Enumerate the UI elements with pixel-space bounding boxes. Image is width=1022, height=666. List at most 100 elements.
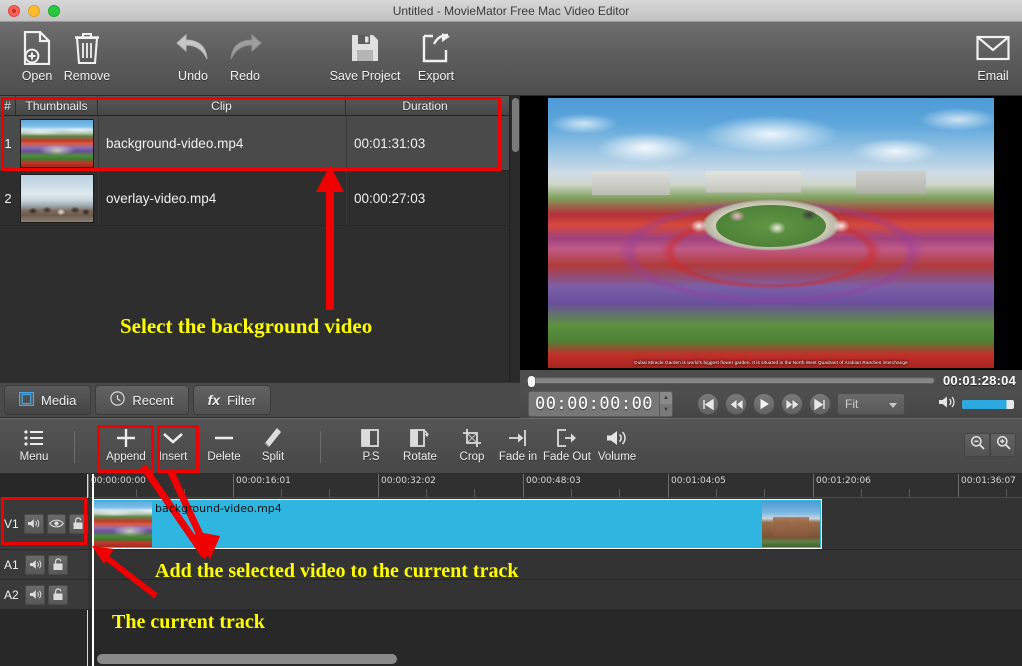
track-mute-button-v1[interactable]	[24, 513, 44, 534]
toolbar-divider	[320, 431, 321, 463]
playhead[interactable]	[92, 474, 94, 666]
track-name-v1: V1	[4, 516, 19, 531]
delete-label: Delete	[207, 451, 241, 463]
picture-in-shot-button[interactable]: P.S	[343, 424, 399, 470]
table-row[interactable]: 1 background-video.mp4 00:01:31:03	[0, 116, 520, 171]
zoom-in-button[interactable]	[990, 433, 1016, 457]
current-timecode-input[interactable]: 00:00:00:00	[528, 391, 660, 417]
track-lock-button-a2[interactable]	[48, 584, 68, 605]
stepper-up-icon[interactable]: ▲	[663, 395, 669, 401]
track-lane-v1[interactable]: background-video.mp4	[88, 498, 1022, 550]
title-bar: Untitled - MovieMator Free Mac Video Edi…	[0, 0, 1022, 22]
save-project-button[interactable]: Save Project	[330, 28, 400, 92]
media-list-header: # Thumbnails Clip Duration	[0, 96, 520, 116]
picture-in-shot-icon	[361, 424, 381, 451]
scrollbar-thumb[interactable]	[512, 98, 519, 152]
row-number: 1	[4, 135, 12, 151]
insert-label: Insert	[158, 451, 188, 463]
total-duration-label: 00:01:28:04	[942, 372, 1016, 388]
preview-stage[interactable]: Dubai Miracle Garden is world's biggest …	[520, 96, 1022, 370]
clip-thumbnail-start	[94, 501, 152, 547]
ruler-tick-label: 00:00:32:02	[381, 476, 436, 486]
email-label: Email	[977, 69, 1009, 83]
track-hide-button-v1[interactable]	[46, 513, 66, 534]
panel-tab-bar: Media Recent fx Filter	[0, 382, 520, 418]
ruler-tick-label: 00:01:36:07	[961, 476, 1016, 486]
timecode-stepper[interactable]: ▲ ▼	[660, 391, 673, 417]
chevron-down-icon	[889, 403, 897, 408]
track-header-a2[interactable]: A2	[0, 580, 88, 610]
tab-media[interactable]: Media	[4, 385, 92, 415]
trash-icon	[74, 28, 100, 68]
tab-filter[interactable]: fx Filter	[192, 385, 271, 415]
volume-label: Volume	[597, 451, 637, 463]
rotate-button[interactable]: Rotate	[392, 424, 448, 470]
redo-label: Redo	[230, 69, 260, 83]
fade-in-button[interactable]: Fade in	[490, 424, 546, 470]
minus-icon	[213, 424, 235, 451]
row-thumbnail	[16, 171, 98, 225]
track-mute-button-a2[interactable]	[25, 584, 45, 605]
track-lane-a2[interactable]	[88, 580, 1022, 610]
fast-forward-button[interactable]	[781, 393, 803, 415]
preview-player: Dubai Miracle Garden is world's biggest …	[520, 96, 1022, 418]
zoom-mode-select[interactable]: Fit	[837, 393, 905, 415]
menu-button[interactable]: Menu	[6, 424, 62, 470]
split-label: Split	[261, 451, 285, 463]
ruler-tick-label: 00:00:16:01	[236, 476, 291, 486]
open-label: Open	[21, 69, 53, 83]
volume-slider[interactable]	[962, 399, 1014, 409]
append-button[interactable]: Append	[98, 424, 154, 470]
open-document-icon	[22, 28, 52, 68]
redo-button[interactable]: Redo	[214, 28, 276, 92]
track-mute-button-a1[interactable]	[25, 554, 45, 575]
fx-icon: fx	[207, 392, 221, 408]
track-header-a1[interactable]: A1	[0, 550, 88, 580]
export-button[interactable]: Export	[405, 28, 467, 92]
media-list-scrollbar[interactable]	[509, 96, 520, 382]
rotate-icon	[410, 424, 430, 451]
delete-button[interactable]: Delete	[196, 424, 252, 470]
media-list-panel: # Thumbnails Clip Duration 1 background-…	[0, 96, 520, 382]
skip-to-end-button[interactable]	[809, 393, 831, 415]
split-button[interactable]: Split	[245, 424, 301, 470]
row-thumbnail	[16, 116, 98, 170]
column-header-thumbnails: Thumbnails	[16, 96, 98, 116]
fade-in-icon	[507, 424, 529, 451]
speaker-icon[interactable]	[938, 395, 956, 414]
table-row[interactable]: 2 overlay-video.mp4 00:00:27:03	[0, 171, 520, 226]
fade-out-button[interactable]: Fade Out	[539, 424, 595, 470]
timeline-horizontal-scrollbar[interactable]	[97, 654, 397, 664]
play-button[interactable]	[753, 393, 775, 415]
scrub-handle[interactable]	[528, 375, 535, 387]
tab-recent[interactable]: Recent	[95, 385, 189, 415]
film-strip-icon	[19, 391, 35, 409]
fade-out-icon	[556, 424, 578, 451]
track-name-a1: A1	[4, 557, 19, 572]
track-name-a2: A2	[4, 587, 19, 602]
timeline-toolbar: Menu Append Insert Delete Split P.S Rota…	[0, 418, 1022, 474]
insert-button[interactable]: Insert	[150, 424, 196, 470]
skip-to-start-button[interactable]	[697, 393, 719, 415]
horses-thumbnail-image	[20, 173, 94, 223]
rewind-button[interactable]	[725, 393, 747, 415]
track-lock-button-v1[interactable]	[68, 513, 88, 534]
timeline-ruler[interactable]: 00:00:00:00 00:00:16:01 00:00:32:02 00:0…	[88, 474, 1022, 498]
track-lock-button-a1[interactable]	[48, 554, 68, 575]
hamburger-list-icon	[24, 424, 44, 451]
zoom-out-icon	[970, 435, 985, 455]
remove-button[interactable]: Remove	[56, 28, 118, 92]
timeline-clip-background-video[interactable]: background-video.mp4	[92, 499, 822, 549]
split-blade-icon	[263, 424, 283, 451]
email-button[interactable]: Email	[962, 28, 1022, 92]
tab-filter-label: Filter	[227, 392, 256, 408]
zoom-out-button[interactable]	[964, 433, 990, 457]
scrub-slider[interactable]	[526, 375, 935, 387]
column-header-clip: Clip	[98, 96, 346, 116]
stepper-down-icon[interactable]: ▼	[663, 407, 669, 413]
toolbar-divider	[74, 431, 75, 463]
undo-arrow-icon	[175, 28, 211, 68]
row-duration: 00:00:27:03	[346, 171, 504, 225]
volume-button[interactable]: Volume	[589, 424, 645, 470]
track-header-v1[interactable]: V1	[0, 498, 88, 550]
